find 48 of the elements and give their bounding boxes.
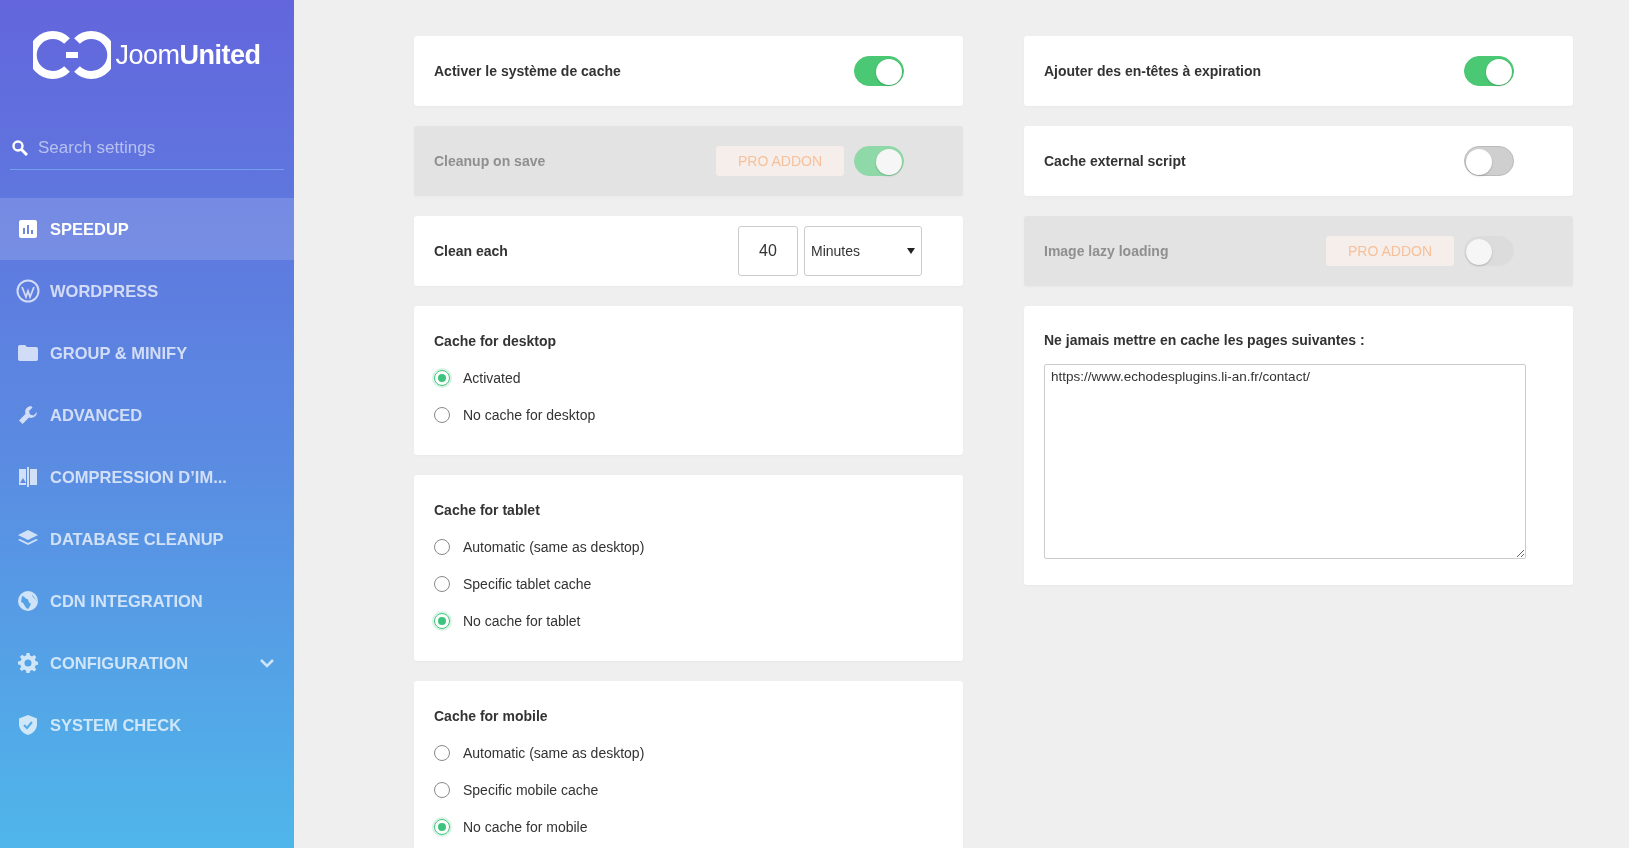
url-textarea[interactable]: https://www.echodesplugins.li-an.fr/contact/	[1044, 364, 1526, 559]
option-label: No cache for tablet	[463, 612, 581, 629]
bar-chart-icon	[19, 220, 37, 238]
logo-text: JoomUnited	[115, 39, 261, 71]
globe-icon	[18, 591, 38, 611]
layers-icon	[18, 530, 38, 548]
toggle-switch[interactable]	[854, 56, 904, 86]
option-label: No cache for desktop	[463, 406, 596, 423]
shield-check-icon	[19, 715, 37, 735]
setting-label: Image lazy loading	[1044, 243, 1170, 259]
setting-label: Cache for mobile	[434, 708, 549, 724]
nav-item[interactable]: GROUP & MINIFY	[0, 322, 294, 384]
nav-item[interactable]: COMPRESSION D’IM...	[0, 446, 294, 508]
setting-label: Cache external script	[1044, 153, 1187, 169]
setting-label: Cache for tablet	[434, 502, 541, 518]
setting-label: Ajouter des en-têtes à expiration	[1044, 63, 1263, 79]
option-label: Automatic (same as desktop)	[463, 744, 645, 761]
nav-item[interactable]: SYSTEM CHECK	[0, 694, 294, 756]
toggle-switch[interactable]	[1464, 146, 1514, 176]
setting-label: Activer le système de cache	[434, 63, 622, 79]
nav-item[interactable]: CONFIGURATION	[0, 632, 294, 694]
setting-label: Cleanup on save	[434, 153, 547, 169]
search-icon	[12, 140, 28, 156]
search-field[interactable]: Search settings	[38, 138, 258, 158]
option-label: Activated	[463, 369, 521, 386]
nav-item[interactable]: DATABASE CLEANUP	[0, 508, 294, 570]
chevron-down-icon[interactable]	[260, 658, 274, 668]
option-label: Automatic (same as desktop)	[463, 538, 645, 555]
number-field[interactable]: 40	[738, 226, 798, 276]
wrench-icon	[18, 405, 38, 425]
setting-label: Ne jamais mettre en cache les pages suivantes :	[1044, 332, 1366, 348]
nav-item[interactable]: WORDPRESS	[0, 260, 294, 322]
option-label: Specific mobile cache	[463, 781, 599, 798]
settings-icon	[18, 653, 38, 673]
logo-icon	[33, 31, 112, 79]
nav-item[interactable]: SPEEDUP	[0, 198, 294, 260]
image-compare-icon	[19, 467, 37, 487]
toggle-switch[interactable]	[1464, 56, 1514, 86]
unit-dropdown[interactable]: Minutes	[804, 226, 922, 276]
wordpress-icon	[16, 279, 40, 303]
setting-label: Cache for desktop	[434, 333, 558, 349]
folder-icon	[18, 345, 38, 361]
nav-item[interactable]: ADVANCED	[0, 384, 294, 446]
option-label: No cache for mobile	[463, 818, 588, 835]
option-label: Specific tablet cache	[463, 575, 592, 592]
caret-icon	[907, 248, 915, 254]
nav-item[interactable]: CDN INTEGRATION	[0, 570, 294, 632]
setting-label: Clean each	[434, 243, 509, 259]
